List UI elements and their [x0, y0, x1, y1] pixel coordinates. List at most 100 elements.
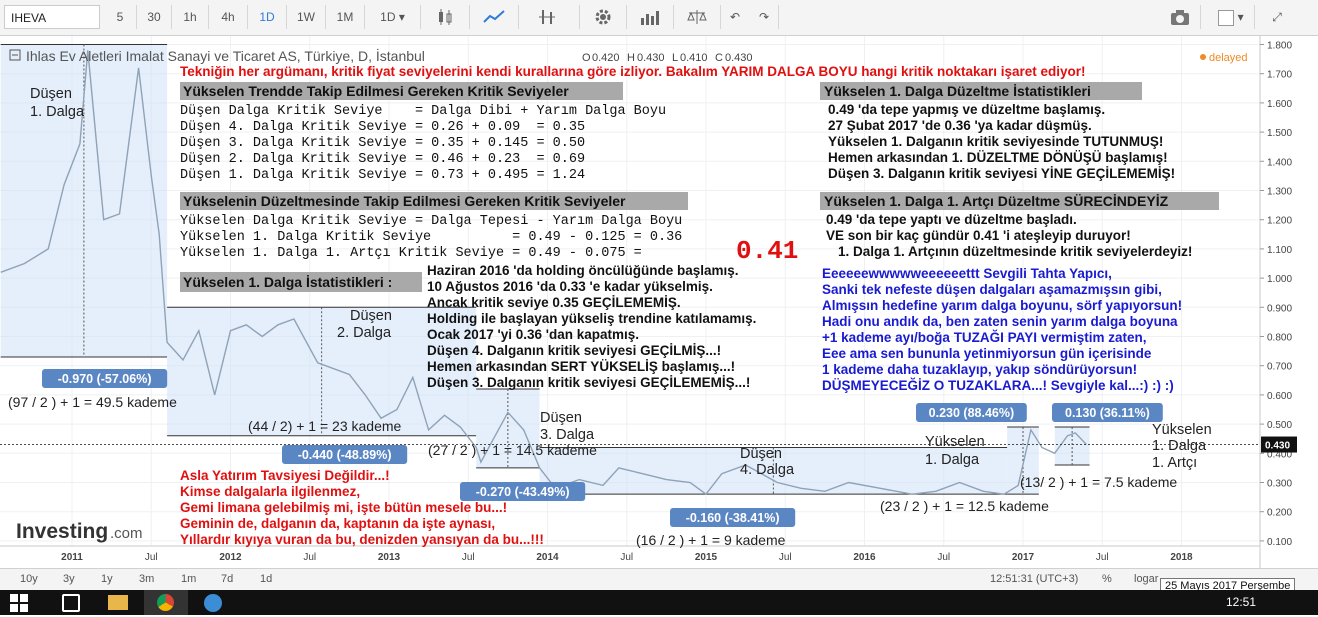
big-critical-value: 0.41: [736, 236, 798, 266]
range-3y[interactable]: 3y: [63, 573, 75, 585]
y-tick-label: 0.200: [1267, 508, 1292, 519]
box1-line: Düşen Dalga Kritik Seviye = Dalga Dibi +…: [180, 104, 666, 119]
range-3m[interactable]: 3m: [139, 573, 154, 585]
interval-30[interactable]: 30: [137, 5, 172, 29]
y-tick-label: 1.000: [1267, 274, 1292, 285]
bottom-bar: 10y 3y 1y 3m 1m 7d 1d 12:51:31 (UTC+3) %…: [0, 568, 1318, 594]
right2-line: 1. Dalga 1. Artçının düzeltmesinde kriti…: [838, 244, 1192, 259]
right1-line: Hemen arkasından 1. DÜZELTME DÖNÜŞÜ başl…: [828, 150, 1168, 165]
file-explorer-icon[interactable]: [108, 595, 128, 610]
interval-1w[interactable]: 1W: [287, 5, 326, 29]
range-10y[interactable]: 10y: [20, 573, 38, 585]
task-view-icon[interactable]: [62, 594, 80, 612]
logo-text: Investing: [16, 520, 108, 543]
interval-5[interactable]: 5: [104, 5, 137, 29]
range-7d[interactable]: 7d: [221, 573, 233, 585]
ohlc-low: 0.410: [680, 52, 708, 64]
candles-icon[interactable]: [421, 5, 470, 29]
disclaimer-line: Asla Yatırım Tavsiyesi Değildir...!: [180, 468, 390, 483]
box1-line: Düşen 4. Dalga Kritik Seviye = 0.26 + 0.…: [180, 120, 585, 135]
range-1m[interactable]: 1m: [181, 573, 196, 585]
stats-line: Ocak 2017 'yi 0.36 'dan kapatmış.: [427, 327, 639, 342]
stats-line: Ancak kritik seviye 0.35 GEÇİLEMEMİŞ.: [427, 295, 681, 310]
interval-1h[interactable]: 1h: [172, 5, 209, 29]
chrome-taskbar-button[interactable]: [144, 590, 188, 615]
redo-icon[interactable]: ↷: [750, 5, 779, 29]
right1-line: Yükselen 1. Dalganın kritik seviyesinde …: [828, 134, 1163, 149]
symbol-input[interactable]: IHEVA: [4, 5, 100, 29]
x-tick-label: 2014: [536, 552, 559, 563]
stats-line: Holding ile başlayan yükseliş trendine k…: [427, 311, 756, 326]
kademe-label: (97 / 2 ) + 1 = 49.5 kademe: [8, 394, 177, 410]
wave-label: Düşen: [740, 446, 782, 462]
chevron-down-icon: ▾: [1237, 10, 1244, 24]
percent-toggle[interactable]: %: [1102, 573, 1112, 585]
box2-line: Yükselen Dalga Kritik Seviye = Dalga Tep…: [180, 214, 682, 229]
measure-badge-text: -0.440 (-48.89%): [298, 448, 392, 462]
os-taskbar: 12:51: [0, 590, 1318, 615]
windows-start-icon[interactable]: [10, 594, 28, 612]
right1-line: 0.49 'da tepe yapmış ve düzeltme başlamı…: [828, 102, 1105, 117]
ohlc-close: 0.430: [725, 52, 753, 64]
volume-icon[interactable]: [627, 5, 674, 29]
line-chart-icon[interactable]: [470, 5, 519, 29]
right2-line: 0.49 'da tepe yaptı ve düzeltme başladı.: [826, 212, 1077, 227]
log-toggle[interactable]: logar: [1134, 573, 1158, 585]
ohlc-high: 0.430: [637, 52, 665, 64]
x-tick-label: Jul: [462, 552, 475, 563]
interval-select[interactable]: 1D ▾: [365, 5, 421, 29]
gear-icon[interactable]: [580, 5, 627, 29]
right1-header: Yükselen 1. Dalga Düzeltme İstatistikler…: [824, 83, 1091, 99]
interval-4h[interactable]: 4h: [209, 5, 248, 29]
kademe-label: (16 / 2 ) + 1 = 9 kademe: [636, 532, 786, 548]
range-1y[interactable]: 1y: [101, 573, 113, 585]
blue-line: Hadi onu andık da, ben zaten senin yarım…: [822, 314, 1178, 329]
box2-header: Yükselenin Düzeltmesinde Takip Edilmesi …: [183, 193, 626, 209]
disclaimer-line: Kimse dalgalarla ilgilenmez,: [180, 484, 360, 499]
interval-1m[interactable]: 1M: [326, 5, 365, 29]
logo-suffix: .com: [110, 525, 143, 542]
color-select[interactable]: ▾: [1208, 5, 1255, 29]
app-icon[interactable]: [204, 594, 222, 612]
measure-badge-text: -0.270 (-43.49%): [476, 485, 570, 499]
compare-icon[interactable]: [674, 5, 721, 29]
y-tick-label: 1.100: [1267, 245, 1292, 256]
box1-line: Düşen 2. Dalga Kritik Seviye = 0.46 + 0.…: [180, 152, 585, 167]
x-tick-label: 2015: [695, 552, 718, 563]
right2-line: VE son bir kaç gündür 0.41 'i ateşleyip …: [826, 228, 1131, 243]
range-1d[interactable]: 1d: [260, 573, 272, 585]
delayed-dot-icon: [1200, 54, 1206, 60]
disclaimer-line: Gemi limana gelebilmiş mi, işte bütün me…: [180, 500, 507, 515]
y-tick-label: 0.600: [1267, 391, 1292, 402]
fullscreen-icon[interactable]: ⤢: [1262, 5, 1292, 29]
wave-label: 1. Dalga: [925, 452, 980, 468]
right1-line: Düşen 3. Dalganın kritik seviyesi YİNE G…: [828, 166, 1175, 181]
stats-header: Yükselen 1. Dalga İstatistikleri :: [183, 274, 392, 290]
y-tick-label: 0.500: [1267, 420, 1292, 431]
blue-message: Eeeeeewwwwweeeeeettt Sevgili Tahta Yapıc…: [822, 266, 1182, 393]
box1-line: Düşen 1. Dalga Kritik Seviye = 0.73 + 0.…: [180, 168, 585, 183]
delayed-status: delayed: [1209, 52, 1248, 64]
undo-icon[interactable]: ↶: [721, 5, 749, 29]
x-tick-label: 2018: [1170, 552, 1193, 563]
indicators-icon[interactable]: [519, 5, 580, 29]
square-icon: [1218, 9, 1235, 26]
stats-line: Hemen arkasından SERT YÜKSELİŞ başlamış.…: [427, 359, 735, 374]
chart-area[interactable]: 1.800 1.700 1.600 1.500 1.400 1.300 1.200 1.100…: [0, 36, 1318, 568]
y-tick-label: 1.500: [1267, 128, 1292, 139]
interval-1d[interactable]: 1D: [248, 5, 287, 29]
x-tick-label: Jul: [937, 552, 950, 563]
wave-label: 1. Artçı: [1152, 455, 1197, 471]
top-toolbar: IHEVA 5 30 1h 4h 1D 1W 1M 1D ▾ ↶ ↷ ▾ ⤢: [0, 0, 1318, 36]
x-tick-label: 2012: [219, 552, 242, 563]
y-tick-label: 1.800: [1267, 41, 1292, 52]
wave-label: Yükselen: [1152, 422, 1212, 438]
stats-line: Düşen 3. Dalganın kritik seviyesi GEÇİLE…: [427, 375, 750, 390]
camera-icon[interactable]: [1160, 5, 1201, 29]
measure-badge-text: -0.970 (-57.06%): [58, 372, 152, 386]
chrome-icon: [157, 594, 174, 611]
headline: Tekniğin her argümanı, kritik fiyat sevi…: [180, 64, 1086, 79]
blue-line: Almışsın hedefine yarım dalga boyunu, sö…: [822, 298, 1182, 313]
y-tick-label: 1.600: [1267, 99, 1292, 110]
ohlc-open: 0.420: [592, 52, 620, 64]
